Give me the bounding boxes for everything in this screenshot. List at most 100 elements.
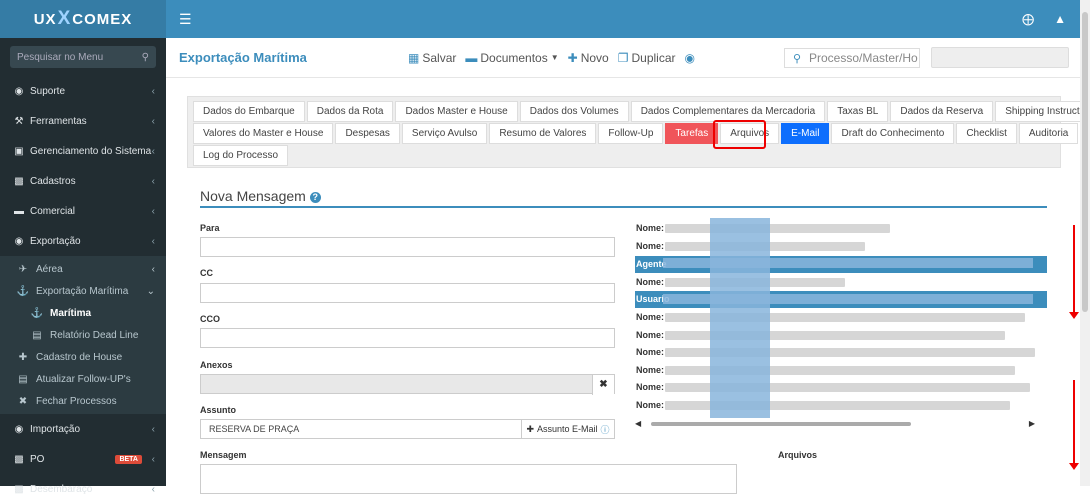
clear-attachments-button[interactable]: ✖ [592, 375, 614, 395]
hamburger-icon[interactable]: ☰ [179, 11, 192, 28]
contact-row[interactable]: Nome: [635, 327, 1047, 344]
scroll-thumb[interactable] [1082, 12, 1088, 312]
tab-taxas-bl[interactable]: Taxas BL [827, 101, 889, 122]
cco-input[interactable] [200, 328, 615, 348]
process-search-placeholder: Processo/Master/Ho [809, 51, 918, 65]
name-label: Nome: [636, 277, 665, 287]
tab-auditoria[interactable]: Auditoria [1018, 123, 1079, 144]
menu-suporte[interactable]: ◉ Suporte ‹ [0, 76, 166, 106]
plus-icon: ✚ [567, 50, 578, 65]
contact-row[interactable]: Nome: [635, 309, 1047, 326]
chevron-left-icon: ‹ [151, 263, 155, 275]
submenu-aerea[interactable]: ✈ Aérea ‹ [0, 258, 166, 280]
tab-checklist[interactable]: Checklist [956, 123, 1017, 144]
name-label: Nome: [636, 347, 665, 357]
anexos-input[interactable]: ✖ [200, 374, 615, 395]
assunto-input[interactable]: RESERVA DE PRAÇA ✚ Assunto E-Mail ⓘ [200, 419, 615, 439]
documents-button[interactable]: ▬ Documentos ▼ [465, 51, 558, 65]
menu-cadastros[interactable]: ▩ Cadastros ‹ [0, 166, 166, 196]
tab-resumo-valores[interactable]: Resumo de Valores [489, 123, 597, 144]
contact-row[interactable]: Nome: [635, 362, 1047, 379]
lifebuoy-icon[interactable]: ⨁ [1022, 12, 1034, 26]
process-search[interactable]: ⚲ Processo/Master/Ho [784, 48, 920, 68]
scroll-thumb[interactable] [651, 422, 911, 426]
tab-shipping-instruction[interactable]: Shipping Instruction [995, 101, 1090, 122]
tab-dados-embarque[interactable]: Dados do Embarque [193, 101, 305, 122]
tab-log-processo[interactable]: Log do Processo [193, 145, 289, 166]
tab-dados-complementares[interactable]: Dados Complementares da Mercadoria [630, 101, 826, 122]
contact-row[interactable]: Nome: [635, 379, 1047, 396]
tab-draft-conhecimento[interactable]: Draft do Conhecimento [831, 123, 955, 144]
menu-importacao[interactable]: ◉ Importação ‹ [0, 414, 166, 444]
tab-row-2: Valores do Master e House Despesas Servi… [193, 123, 1080, 144]
submenu-atualizar-follow-up[interactable]: ▤ Atualizar Follow-UP's [0, 368, 166, 390]
search-icon[interactable]: ⚲ [142, 52, 149, 63]
bell-icon[interactable]: ▲ [1054, 12, 1066, 26]
submenu-exportacao-maritima[interactable]: ⚓ Exportação Marítima ⌄ [0, 280, 166, 302]
tab-dados-rota[interactable]: Dados da Rota [306, 101, 394, 122]
page-vertical-scrollbar[interactable] [1080, 0, 1090, 486]
folder-icon: ▬ [465, 50, 478, 65]
new-button[interactable]: ✚ Novo [568, 51, 609, 65]
cc-input[interactable] [200, 283, 615, 303]
contact-row[interactable]: Nome: [635, 344, 1047, 361]
scroll-right-icon[interactable]: ▶ [1029, 419, 1035, 428]
contact-row[interactable]: Nome: [635, 397, 1047, 414]
submenu-cadastro-house[interactable]: ✚ Cadastro de House [0, 346, 166, 368]
scroll-left-icon[interactable]: ◀ [635, 419, 641, 428]
eye-button[interactable]: ◉ [685, 51, 698, 65]
contacts-horizontal-scrollbar[interactable]: ◀ ▶ [635, 419, 1035, 429]
page-title: Exportação Marítima [179, 50, 307, 65]
duplicate-button[interactable]: ❐ Duplicar [618, 51, 676, 65]
tab-dados-volumes[interactable]: Dados dos Volumes [519, 101, 629, 122]
form-title: Nova Mensagem ? [200, 188, 321, 204]
anexos-label: Anexos [200, 360, 233, 370]
submenu-label: Cadastro de House [36, 351, 123, 363]
ship-icon: ⚓ [30, 307, 44, 319]
para-input[interactable] [200, 237, 615, 257]
submenu-maritima[interactable]: ⚓ Marítima [0, 302, 166, 324]
save-button[interactable]: ▦ Salvar [408, 51, 456, 65]
book-icon: ▩ [14, 175, 24, 187]
menu-label: Gerenciamento do Sistema [30, 145, 152, 157]
menu-label: PO [30, 453, 45, 465]
tab-dados-reserva[interactable]: Dados da Reserva [890, 101, 994, 122]
menu-ferramentas[interactable]: ⚒ Ferramentas ‹ [0, 106, 166, 136]
submenu-label: Aérea [36, 263, 63, 275]
menu-comercial[interactable]: ▬ Comercial ‹ [0, 196, 166, 226]
menu-po[interactable]: ▩ PO BETA ‹ [0, 444, 166, 474]
red-arrow-annotation [1069, 380, 1079, 470]
sidebar: UX X COMEX Pesquisar no Menu ⚲ ◉ Suporte ‹… [0, 0, 166, 495]
secondary-search-field[interactable] [931, 47, 1069, 68]
report-icon: ▤ [32, 329, 42, 341]
cc-label: CC [200, 268, 213, 278]
beta-badge: BETA [115, 454, 142, 464]
message-editor[interactable] [200, 464, 737, 494]
tab-e-mail[interactable]: E-Mail [781, 123, 830, 144]
menu-label: Desembaraço [30, 483, 93, 495]
menu-desembaraco[interactable]: ▩ Desembaraço ‹ [0, 474, 166, 504]
main-content: Dados do Embarque Dados da Rota Dados Ma… [166, 78, 1090, 494]
menu-search[interactable]: Pesquisar no Menu ⚲ [10, 46, 156, 68]
tab-follow-up[interactable]: Follow-Up [598, 123, 664, 144]
contact-row[interactable]: Nome: [635, 220, 1047, 237]
tab-despesas[interactable]: Despesas [335, 123, 400, 144]
logo[interactable]: UX X COMEX [0, 0, 166, 38]
submenu-label: Fechar Processos [36, 395, 117, 407]
tab-tarefas[interactable]: Tarefas [665, 123, 719, 144]
tab-servico-avulso[interactable]: Serviço Avulso [401, 123, 488, 144]
logo-text-ux: UX [33, 10, 57, 28]
assunto-email-button[interactable]: ✚ Assunto E-Mail ⓘ [521, 420, 614, 438]
submenu-fechar-processos[interactable]: ✖ Fechar Processos [0, 390, 166, 412]
submenu-relatorio-dead-line[interactable]: ▤ Relatório Dead Line [0, 324, 166, 346]
contact-row[interactable]: Nome: [635, 238, 1047, 255]
tab-valores-master-house[interactable]: Valores do Master e House [193, 123, 334, 144]
chevron-left-icon: ‹ [151, 175, 155, 187]
tab-dados-master-house[interactable]: Dados Master e House [395, 101, 518, 122]
menu-exportacao[interactable]: ◉ Exportação ‹ [0, 226, 166, 256]
contact-row[interactable]: Nome: [635, 274, 1047, 291]
top-navbar: ☰ ⨁ ▲ [166, 0, 1080, 38]
menu-gerenciamento[interactable]: ▣ Gerenciamento do Sistema ‹ [0, 136, 166, 166]
exportacao-submenu: ✈ Aérea ‹ ⚓ Exportação Marítima ⌄ ⚓ Marítima … [0, 256, 166, 414]
help-icon[interactable]: ? [309, 191, 321, 203]
